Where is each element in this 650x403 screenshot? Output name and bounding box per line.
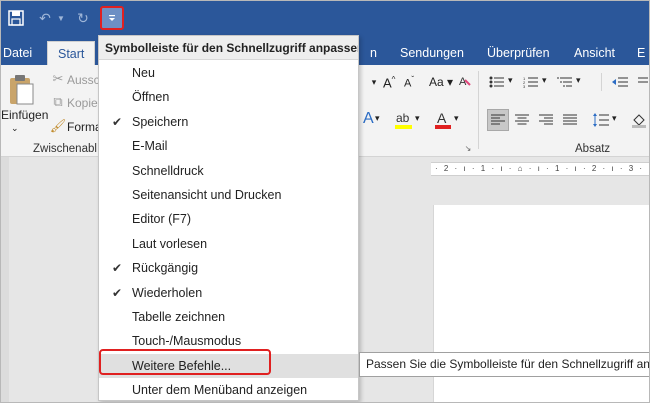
format-painter-icon[interactable]: 🖌	[50, 118, 67, 133]
menu-item-label: Speichern	[132, 114, 189, 129]
font-color-dropdown-icon[interactable]: ▾	[454, 113, 459, 124]
menu-item[interactable]: ✔ Wiederholen	[99, 281, 358, 305]
multilevel-dropdown-icon[interactable]: ▾	[576, 75, 581, 86]
tab-start[interactable]: Start	[47, 41, 96, 65]
copy-label[interactable]: Kopie	[67, 96, 98, 110]
menu-item-label: Schnelldruck	[132, 163, 204, 178]
menu-item-label: Wiederholen	[132, 285, 203, 300]
multilevel-list-icon[interactable]	[556, 75, 574, 89]
menu-item-label: Touch-/Mausmodus	[132, 334, 242, 349]
highlight-color-icon[interactable]: ab	[394, 109, 414, 131]
tab-partial[interactable]: n	[370, 41, 377, 65]
menu-item[interactable]: Laut vorlesen	[99, 232, 358, 256]
menu-item[interactable]: Tabelle zeichnen	[99, 305, 358, 329]
shading-icon[interactable]	[629, 109, 649, 131]
menu-item[interactable]: Touch-/Mausmodus	[99, 329, 358, 353]
paste-icon[interactable]	[5, 73, 37, 107]
tab-sendungen[interactable]: Sendungen	[400, 41, 464, 65]
decrease-indent-icon[interactable]	[611, 75, 629, 89]
menu-item[interactable]: Unter dem Menüband anzeigen	[99, 378, 358, 402]
svg-text:ab: ab	[396, 111, 410, 125]
menu-item-label: Unter dem Menüband anzeigen	[132, 383, 308, 398]
align-center-icon[interactable]	[512, 109, 532, 131]
format-painter-label[interactable]: Forma	[67, 120, 102, 134]
tab-datei[interactable]: Datei	[3, 41, 32, 65]
menu-item-label: Tabelle zeichnen	[132, 310, 226, 324]
menu-item-label: Laut vorlesen	[132, 236, 208, 251]
undo-icon[interactable]: ↶	[35, 7, 55, 29]
menu-item[interactable]: Öffnen	[99, 85, 358, 109]
horizontal-ruler[interactable]: · 2 · ı · 1 · ı · ⌂ · ı · 1 · ı · 2 · ı …	[431, 162, 649, 176]
menu-item-label: Editor (F7)	[132, 212, 192, 227]
font-dialog-launcher-icon[interactable]: ↘	[463, 143, 473, 153]
title-bar: ↶ ▼ ↻	[1, 1, 649, 35]
check-icon: ✔	[111, 114, 123, 129]
numbering-dropdown-icon[interactable]: ▾	[542, 75, 547, 86]
paste-label[interactable]: Einfügen	[1, 108, 48, 122]
font-color-icon[interactable]: A	[434, 109, 452, 131]
clear-formatting-icon[interactable]: A	[457, 73, 473, 89]
tab-more[interactable]: E	[637, 41, 645, 65]
svg-text:3: 3	[523, 84, 526, 88]
save-icon[interactable]	[5, 7, 27, 29]
tooltip: Passen Sie die Symbolleiste für den Schn…	[359, 352, 649, 377]
menu-item[interactable]: Editor (F7)	[99, 207, 358, 231]
menu-item[interactable]: Seitenansicht und Drucken	[99, 183, 358, 207]
menu-item[interactable]: Weitere Befehle...	[99, 353, 358, 378]
menu-item[interactable]: ✔ Rückgängig	[99, 256, 358, 280]
menu-item-label: Rückgängig	[132, 261, 199, 276]
menu-header: Symbolleiste für den Schnellzugriff anpa…	[99, 36, 358, 60]
tab-ueberpruefen[interactable]: Überprüfen	[487, 41, 550, 65]
cut-label[interactable]: Aussc	[67, 73, 100, 87]
align-right-icon[interactable]	[536, 109, 556, 131]
menu-item-label: Weitere Befehle...	[132, 358, 232, 373]
word-window: ↶ ▼ ↻ Datei Start n Sendungen Überprüfen…	[0, 0, 650, 403]
menu-item-label: Öffnen	[132, 90, 170, 105]
menu-item[interactable]: ✔ Speichern	[99, 110, 358, 134]
svg-text:A: A	[437, 110, 447, 126]
justify-icon[interactable]	[560, 109, 580, 131]
menu-item-label: Neu	[132, 66, 155, 80]
vertical-ruler	[1, 157, 9, 402]
group-separator	[478, 71, 479, 149]
bullets-icon[interactable]	[488, 75, 506, 89]
tab-ansicht[interactable]: Ansicht	[574, 41, 615, 65]
menu-item[interactable]: E-Mail	[99, 134, 358, 158]
shrink-font-icon[interactable]: Aˇ	[404, 75, 414, 90]
customize-dropdown-icon[interactable]	[100, 6, 124, 30]
menu-item-label: Seitenansicht und Drucken	[132, 188, 282, 202]
align-left-icon[interactable]	[487, 109, 509, 131]
line-spacing-dropdown-icon[interactable]: ▾	[612, 113, 617, 124]
redo-icon[interactable]: ↻	[73, 7, 93, 29]
menu-item[interactable]: Neu	[99, 61, 358, 85]
menu-item[interactable]: Schnelldruck	[99, 159, 358, 183]
bullets-dropdown-icon[interactable]: ▾	[508, 75, 513, 86]
copy-icon[interactable]: ⧉	[51, 94, 65, 109]
change-case-icon[interactable]: Aa ▾	[429, 75, 453, 89]
increase-indent-icon[interactable]	[635, 75, 649, 89]
highlight-dropdown-icon[interactable]: ▾	[415, 113, 420, 124]
numbering-icon[interactable]: 123	[522, 75, 540, 89]
check-icon: ✔	[111, 285, 123, 300]
undo-dropdown-icon[interactable]: ▼	[56, 7, 66, 29]
group-separator	[601, 73, 602, 91]
text-effects-dropdown-icon[interactable]: ▾	[375, 113, 380, 124]
customize-quick-access-menu: Symbolleiste für den Schnellzugriff anpa…	[98, 35, 359, 401]
paragraph-group-label: Absatz	[575, 143, 611, 155]
text-effects-icon[interactable]: A	[363, 110, 374, 128]
menu-item-label: E-Mail	[132, 139, 168, 154]
grow-font-icon[interactable]: A^	[383, 75, 395, 90]
paste-dropdown-icon[interactable]: ⌄	[11, 123, 19, 134]
check-icon: ✔	[111, 261, 123, 276]
clipboard-group-label: Zwischenabl	[33, 143, 97, 155]
font-size-dropdown-icon[interactable]: ▾	[367, 75, 381, 89]
cut-icon[interactable]: ✂	[51, 71, 65, 86]
line-spacing-icon[interactable]	[591, 109, 611, 131]
